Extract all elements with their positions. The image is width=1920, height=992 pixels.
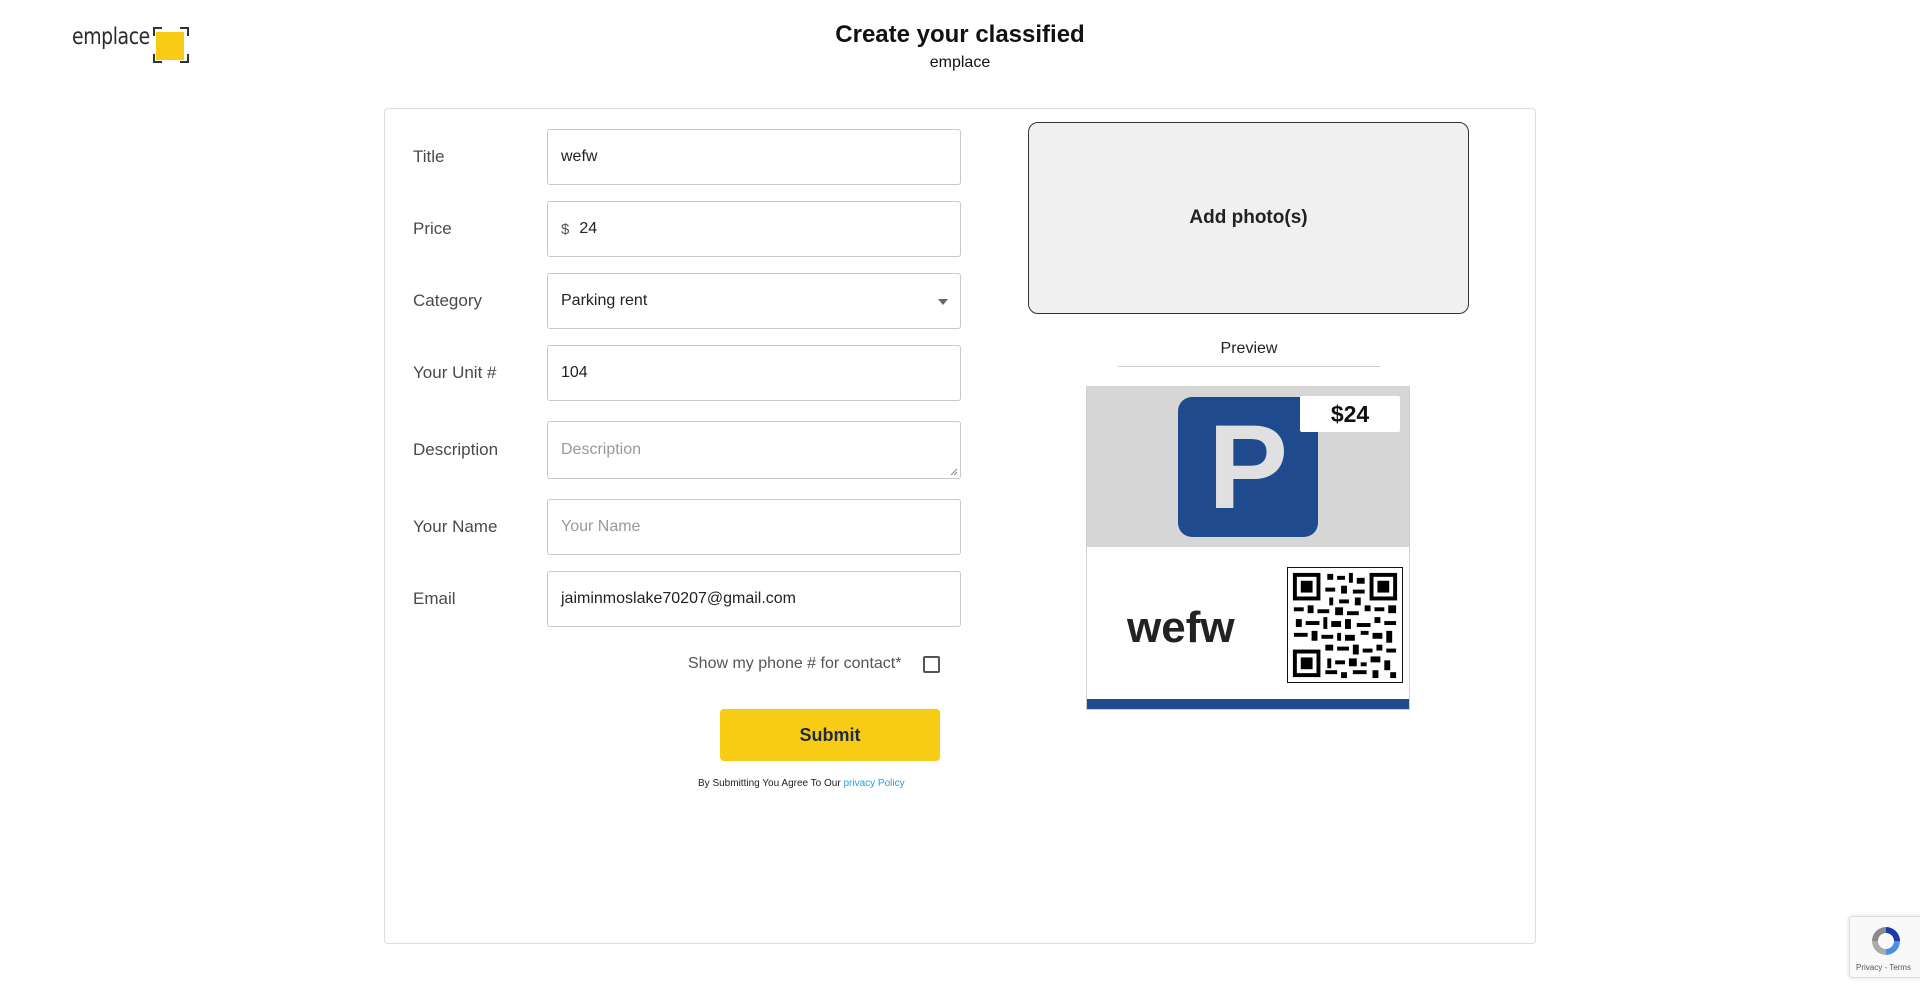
description-textarea[interactable]: Description: [547, 421, 961, 479]
required-mark: *: [895, 655, 902, 672]
add-photos-button[interactable]: Add photo(s): [1028, 122, 1469, 314]
name-row: Your Name Your Name: [413, 499, 961, 555]
name-input[interactable]: Your Name: [547, 499, 961, 555]
unit-label: Your Unit #: [413, 363, 497, 382]
name-label: Your Name: [413, 517, 498, 536]
preview-price-badge: $24: [1300, 396, 1400, 432]
classified-form-card: Title wefw Price $ 24 Category Parking r…: [384, 108, 1536, 944]
email-row: Email jaiminmoslake70207@gmail.com: [413, 571, 961, 627]
recaptcha-links[interactable]: Privacy - Terms: [1856, 963, 1911, 972]
unit-value: 104: [561, 364, 588, 381]
category-select[interactable]: Parking rent: [547, 273, 961, 329]
preview-card: P $24 wefw: [1086, 386, 1410, 710]
parking-sign-letter: P: [1207, 400, 1289, 534]
email-input[interactable]: jaiminmoslake70207@gmail.com: [547, 571, 961, 627]
privacy-policy-link[interactable]: privacy Policy: [843, 778, 904, 789]
title-value: wefw: [561, 148, 598, 165]
recaptcha-badge[interactable]: Privacy - Terms: [1849, 916, 1920, 978]
terms-text: By Submitting You Agree To Our: [698, 778, 841, 789]
page-title: Create your classified: [835, 21, 1085, 48]
preview-title: wefw: [1127, 603, 1235, 652]
title-row: Title wefw: [413, 129, 961, 185]
preview-image-area: P $24: [1087, 387, 1409, 547]
price-row: Price $ 24: [413, 201, 961, 257]
category-value: Parking rent: [561, 292, 648, 309]
unit-row: Your Unit # 104: [413, 345, 961, 401]
terms-notice: By Submitting You Agree To Our privacy P…: [698, 778, 905, 789]
description-placeholder: Description: [561, 441, 642, 458]
preview-footer-bar: [1087, 699, 1409, 709]
recaptcha-icon: [1872, 927, 1900, 955]
parking-sign-icon: P: [1178, 397, 1318, 537]
caret-down-icon: [938, 299, 948, 305]
show-phone-row: Show my phone # for contact*: [688, 655, 941, 673]
name-placeholder: Your Name: [561, 518, 641, 535]
page-header: Create your classified emplace: [0, 20, 1920, 72]
page-subtitle: emplace: [929, 54, 991, 71]
title-input[interactable]: wefw: [547, 129, 961, 185]
description-row: Description Description: [413, 421, 961, 479]
currency-symbol: $: [561, 220, 570, 238]
email-value: jaiminmoslake70207@gmail.com: [561, 590, 797, 607]
unit-input[interactable]: 104: [547, 345, 961, 401]
preview-heading: Preview: [1118, 340, 1380, 367]
add-photos-label: Add photo(s): [1189, 207, 1308, 228]
show-phone-checkbox[interactable]: [923, 655, 941, 673]
price-value: 24: [579, 220, 598, 237]
show-phone-label: Show my phone # for contact*: [688, 655, 902, 672]
category-label: Category: [413, 291, 482, 310]
submit-button[interactable]: Submit: [720, 709, 940, 761]
description-label: Description: [413, 440, 499, 459]
price-input[interactable]: $ 24: [547, 201, 961, 257]
email-label: Email: [413, 589, 456, 608]
resize-grip-icon[interactable]: [950, 468, 958, 476]
price-label: Price: [413, 219, 452, 238]
category-row: Category Parking rent: [413, 273, 961, 329]
qr-code-icon: [1287, 567, 1403, 683]
title-label: Title: [413, 147, 445, 166]
